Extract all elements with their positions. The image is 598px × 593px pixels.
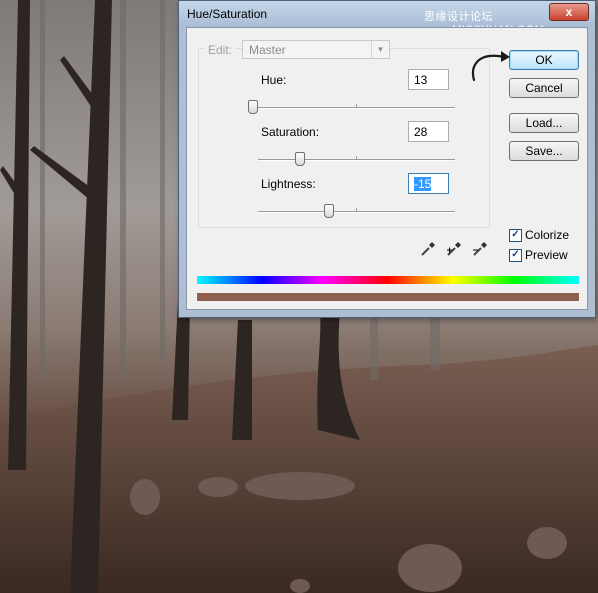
hue-label: Hue: (261, 73, 287, 87)
preview-check-icon: ✓ (509, 249, 522, 262)
edit-dropdown-value: Master (249, 43, 286, 57)
hue-spectrum-bar (197, 276, 579, 284)
lightness-label: Lightness: (261, 177, 316, 191)
lightness-slider-track[interactable] (258, 208, 455, 213)
saturation-slider-thumb[interactable] (295, 152, 305, 166)
eyedropper-icon[interactable] (420, 241, 436, 257)
eyedropper-minus-icon[interactable] (472, 241, 488, 257)
preview-checkbox[interactable]: ✓ Preview (509, 248, 598, 264)
close-button[interactable]: x (549, 3, 589, 21)
lightness-slider-thumb[interactable] (324, 204, 334, 218)
dialog-titlebar[interactable]: Hue/Saturation 思缘设计论坛 www.MISSYUAN.COM x (179, 1, 595, 36)
save-button[interactable]: Save... (509, 141, 579, 161)
cancel-button[interactable]: Cancel (509, 78, 579, 98)
lightness-input[interactable]: -15 (408, 173, 449, 194)
dialog-title: Hue/Saturation (187, 7, 268, 21)
edit-label: Edit: (205, 43, 236, 57)
saturation-label: Saturation: (261, 125, 320, 139)
colorize-checkbox[interactable]: ✓ Colorize (509, 228, 598, 244)
preview-label: Preview (525, 248, 568, 262)
load-button[interactable]: Load... (509, 113, 579, 133)
hue-saturation-dialog: Hue/Saturation 思缘设计论坛 www.MISSYUAN.COM x… (178, 0, 596, 318)
edit-groupbox: Hue: 13 Saturation: 28 Lightness: -15 (198, 48, 490, 228)
colorize-result-bar (197, 293, 579, 301)
hue-slider-track[interactable] (258, 104, 455, 109)
ok-button[interactable]: OK (509, 50, 579, 70)
chevron-down-icon: ▼ (371, 41, 389, 58)
saturation-input[interactable]: 28 (408, 121, 449, 142)
colorize-label: Colorize (525, 228, 570, 242)
hue-input[interactable]: 13 (408, 69, 449, 90)
hue-slider-thumb[interactable] (248, 100, 258, 114)
curved-arrow-icon (471, 51, 510, 82)
close-icon: x (565, 5, 573, 19)
eyedropper-plus-icon[interactable] (446, 241, 462, 257)
edit-dropdown[interactable]: Master ▼ (242, 40, 390, 59)
colorize-check-icon: ✓ (509, 229, 522, 242)
dialog-body: Hue: 13 Saturation: 28 Lightness: -15 Ed… (186, 27, 588, 310)
saturation-slider-track[interactable] (258, 156, 455, 161)
